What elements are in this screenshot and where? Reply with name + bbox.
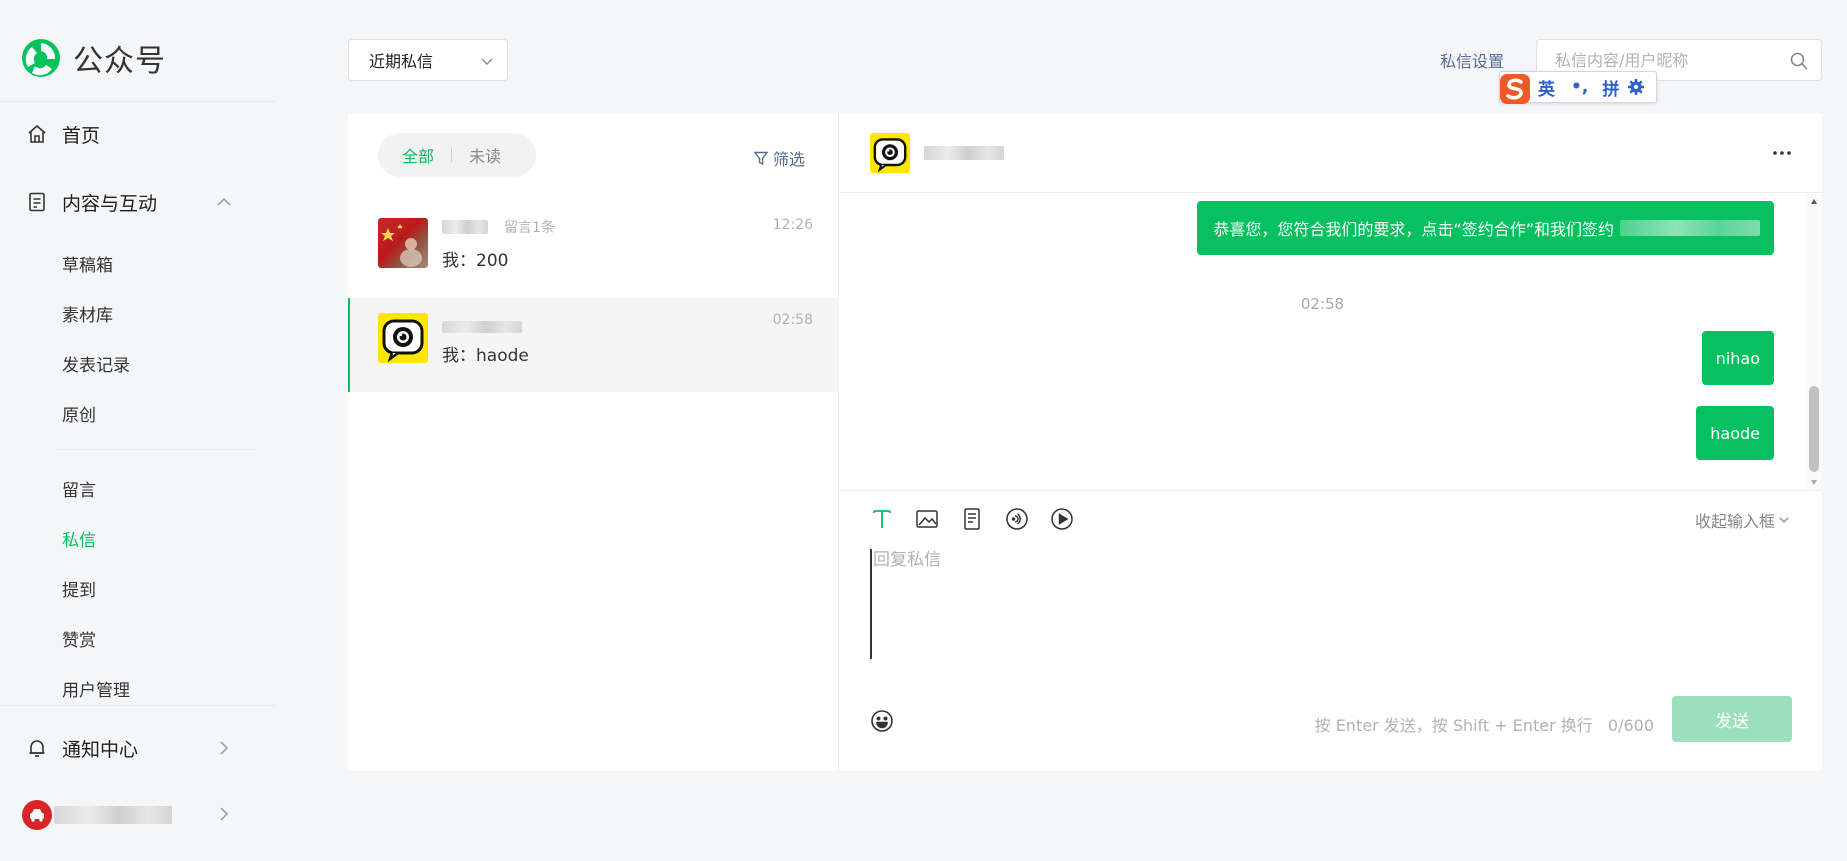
camera-avatar-icon[interactable]: [870, 133, 910, 173]
car-icon: [30, 809, 44, 822]
message-bubble: haode: [1696, 406, 1774, 460]
flag-avatar-icon: [378, 218, 428, 268]
message-text: nihao: [1715, 348, 1760, 368]
message-filter-select[interactable]: 近期私信: [348, 39, 508, 81]
chevron-right-icon[interactable]: [215, 805, 233, 823]
conversation-time: 12:26: [772, 217, 813, 233]
sidebar-item-drafts[interactable]: 草稿箱: [62, 251, 113, 276]
camera-avatar-icon: [378, 313, 428, 363]
scroll-up-arrow-icon[interactable]: [1810, 198, 1818, 206]
conversation-time: 02:58: [772, 312, 813, 328]
ime-toolbar[interactable]: 英 •, 拼: [1499, 71, 1657, 104]
sidebar-item-messages[interactable]: 私信: [62, 526, 96, 551]
conversation-list: 全部 未读 筛选 留言1条 12:26 我：200 02:58 我：haode: [348, 113, 839, 771]
sidebar-item-mentions[interactable]: 提到: [62, 576, 96, 601]
contact-name-redacted: [442, 321, 522, 333]
bell-icon: [29, 740, 45, 757]
conversation-preview: 我：200: [442, 251, 509, 271]
conversation-item-selected[interactable]: 02:58 我：haode: [348, 298, 839, 392]
chevron-right-icon: [220, 741, 229, 755]
chat-scrollbar[interactable]: [1806, 194, 1822, 490]
funnel-icon: [753, 151, 769, 166]
sidebar-item-materials[interactable]: 素材库: [62, 301, 113, 326]
chat-window: 恭喜您，您符合我们的要求，点击“签约合作”和我们签约 02:58 nihao h…: [840, 113, 1822, 771]
scroll-down-arrow-icon[interactable]: [1810, 478, 1818, 486]
filter-button[interactable]: 筛选: [753, 146, 805, 170]
chevron-up-icon: [217, 197, 231, 206]
send-button[interactable]: 发送: [1672, 696, 1792, 742]
sidebar-item-user-management[interactable]: 用户管理: [62, 676, 130, 701]
document-icon[interactable]: [959, 506, 985, 532]
message-history[interactable]: 恭喜您，您符合我们的要求，点击“签约合作”和我们签约 02:58 nihao h…: [840, 194, 1822, 490]
sidebar: 公众号 首页 内容与互动 草稿箱 素材库 发表记录 原创 留言 私信 提到 赞赏…: [0, 0, 275, 861]
app-title: 公众号: [73, 44, 166, 79]
emoji-icon[interactable]: [870, 709, 894, 733]
contact-name-redacted: [924, 146, 1004, 160]
contact-name-redacted: [442, 220, 488, 234]
image-icon[interactable]: [914, 506, 940, 532]
gear-icon[interactable]: [1627, 78, 1645, 96]
scrollbar-thumb[interactable]: [1809, 386, 1819, 472]
sidebar-item-label: 内容与互动: [62, 192, 158, 215]
sogou-ime-logo-icon: [1500, 74, 1530, 104]
account-name-redacted: [54, 806, 172, 824]
filter-select-value: 近期私信: [369, 52, 434, 71]
wechat-official-logo-icon: [22, 39, 60, 77]
more-options-icon[interactable]: [1770, 141, 1794, 165]
message-text: haode: [1710, 423, 1760, 443]
video-icon[interactable]: [1049, 506, 1075, 532]
chevron-down-icon: [1779, 517, 1789, 523]
sidebar-item-label: 首页: [62, 124, 101, 147]
filter-label: 筛选: [773, 150, 806, 169]
message-timestamp: 02:58: [1300, 295, 1345, 313]
sidebar-divider: [0, 101, 275, 102]
conversation-preview: 我：haode: [442, 346, 529, 366]
sidebar-divider: [0, 705, 275, 706]
tab-unread[interactable]: 未读: [469, 143, 501, 167]
sidebar-item-home[interactable]: 首页: [0, 122, 260, 147]
sidebar-subdivider: [56, 449, 256, 450]
message-bubble: nihao: [1701, 331, 1774, 385]
char-counter: 0/600: [1607, 716, 1654, 735]
message-composer: 收起输入框 按 Enter 发送，按 Shift + Enter 换行 0/60…: [840, 490, 1822, 771]
home-icon: [28, 124, 46, 143]
tab-all[interactable]: 全部: [402, 143, 434, 167]
search-icon[interactable]: [1789, 51, 1809, 71]
reply-input[interactable]: [870, 549, 1800, 659]
send-hint: 按 Enter 发送，按 Shift + Enter 换行 0/600: [1315, 712, 1654, 736]
audio-icon[interactable]: [1004, 506, 1030, 532]
message-text: 恭喜您，您符合我们的要求，点击“签约合作”和我们签约: [1213, 220, 1614, 239]
messages-panel: 全部 未读 筛选 留言1条 12:26 我：200 02:58 我：haode …: [348, 113, 1822, 771]
ime-lang-toggle[interactable]: 英: [1538, 75, 1555, 100]
ime-mode-toggle[interactable]: 拼: [1602, 75, 1619, 100]
dm-settings-link[interactable]: 私信设置: [1440, 48, 1504, 72]
comment-count-tag: 留言1条: [504, 220, 555, 236]
sidebar-item-comments[interactable]: 留言: [62, 476, 96, 501]
tab-separator: [451, 148, 453, 162]
sidebar-item-rewards[interactable]: 赞赏: [62, 626, 96, 651]
message-bubble: 恭喜您，您符合我们的要求，点击“签约合作”和我们签约: [1197, 201, 1774, 255]
conversation-item[interactable]: 留言1条 12:26 我：200: [348, 203, 839, 297]
account-switcher[interactable]: [22, 800, 172, 830]
ime-punct-toggle[interactable]: •,: [1571, 77, 1588, 97]
text-icon[interactable]: [869, 506, 895, 532]
sidebar-item-label: 通知中心: [62, 738, 139, 761]
message-text-redacted: [1620, 220, 1760, 236]
read-filter-tabs: 全部 未读: [378, 133, 536, 177]
send-hint-text: 按 Enter 发送，按 Shift + Enter 换行: [1314, 716, 1593, 735]
chevron-down-icon: [481, 58, 493, 65]
sidebar-item-original[interactable]: 原创: [62, 401, 96, 426]
document-list-icon: [29, 192, 45, 212]
app-logo[interactable]: 公众号: [20, 36, 166, 80]
collapse-input-label: 收起输入框: [1694, 512, 1775, 531]
sidebar-item-publish-records[interactable]: 发表记录: [62, 351, 130, 376]
chat-header: [840, 113, 1822, 193]
account-avatar: [22, 800, 52, 830]
sidebar-section-content[interactable]: 内容与互动: [0, 190, 260, 215]
sidebar-item-notifications[interactable]: 通知中心: [0, 736, 260, 761]
collapse-input-button[interactable]: 收起输入框: [1695, 508, 1790, 532]
